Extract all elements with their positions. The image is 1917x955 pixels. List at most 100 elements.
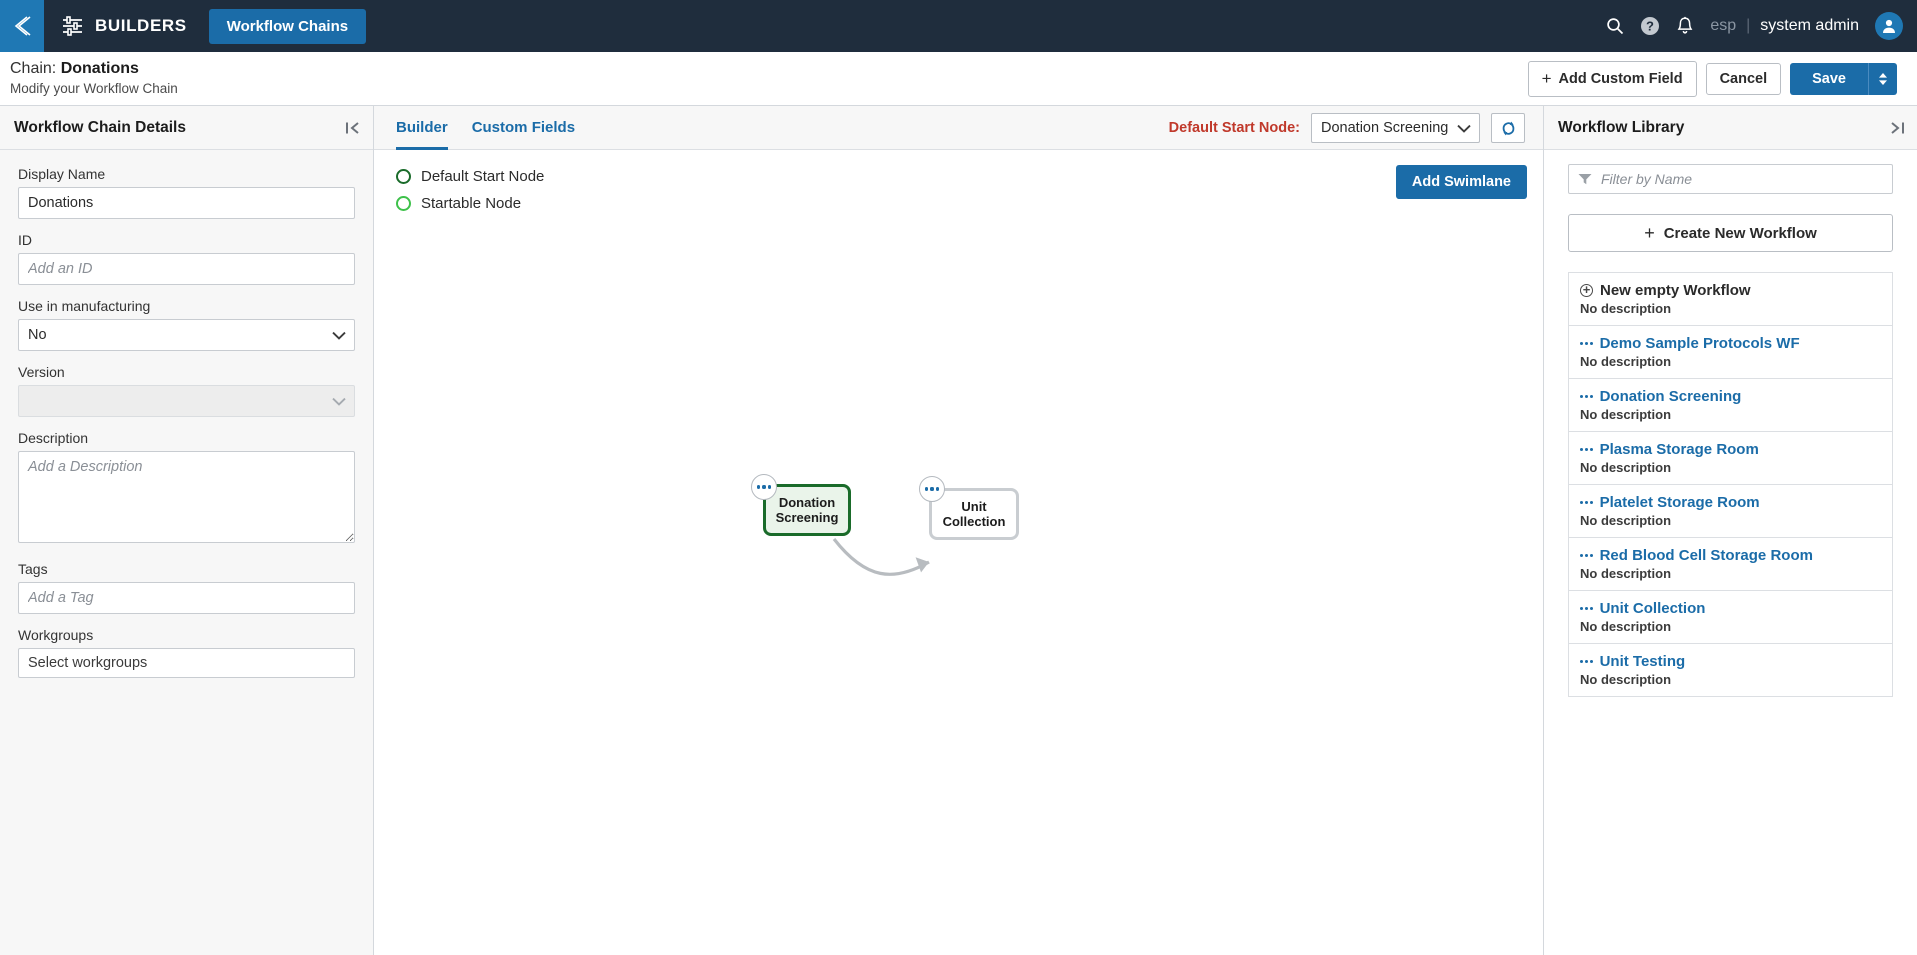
- plus-circle-icon: [1580, 284, 1593, 297]
- left-panel-body: Display Name ID Use in manufacturing No …: [0, 150, 373, 955]
- add-swimlane-button[interactable]: Add Swimlane: [1395, 165, 1527, 199]
- description-textarea[interactable]: [18, 451, 355, 543]
- node-menu-handle-donation-screening[interactable]: [751, 474, 777, 500]
- drag-dots-icon[interactable]: [1580, 554, 1593, 557]
- tab-custom-fields[interactable]: Custom Fields: [472, 106, 575, 150]
- workflow-library-list: New empty Workflow No description Demo S…: [1568, 272, 1893, 697]
- list-item-name: Plasma Storage Room: [1599, 441, 1759, 458]
- tags-input[interactable]: [18, 582, 355, 614]
- list-item-title-row: Platelet Storage Room: [1580, 494, 1881, 511]
- builder-toolbar: Builder Custom Fields Default Start Node…: [374, 106, 1543, 150]
- list-item-description: No description: [1580, 407, 1672, 422]
- search-icon[interactable]: [1606, 17, 1624, 35]
- filter-field-wrap: [1568, 164, 1893, 194]
- page-title-group: Chain: Donations Modify your Workflow Ch…: [10, 59, 178, 98]
- default-start-node-group: Default Start Node: Donation Screening: [1169, 106, 1525, 150]
- collapse-left-icon[interactable]: [345, 106, 361, 150]
- node-menu-handle-unit-collection[interactable]: [919, 476, 945, 502]
- drag-dots-icon[interactable]: [1580, 448, 1593, 451]
- list-item-red-blood-cell-storage-room[interactable]: Red Blood Cell Storage Room No descripti…: [1569, 538, 1892, 591]
- left-panel-title: Workflow Chain Details: [14, 118, 186, 136]
- page-title-prefix: Chain:: [10, 60, 61, 78]
- nav-separator: |: [1746, 17, 1751, 34]
- default-start-node-select-wrap: Donation Screening: [1311, 113, 1480, 143]
- legend-label: Startable Node: [421, 195, 522, 212]
- list-item-unit-collection[interactable]: Unit Collection No description: [1569, 591, 1892, 644]
- workgroups-label: Workgroups: [18, 627, 94, 643]
- page-subtitle: Modify your Workflow Chain: [10, 81, 178, 97]
- add-custom-field-button[interactable]: + Add Custom Field: [1527, 61, 1697, 97]
- workgroups-select[interactable]: Select workgroups: [18, 648, 355, 678]
- use-in-manufacturing-select[interactable]: No: [18, 319, 355, 351]
- right-panel-body: + Create New Workflow New empty Workflow…: [1544, 150, 1917, 955]
- back-button[interactable]: [0, 0, 44, 52]
- list-item-name: New empty Workflow: [1600, 282, 1751, 299]
- help-circle-icon[interactable]: ?: [1640, 16, 1660, 36]
- id-input[interactable]: [18, 253, 355, 285]
- canvas-legend: Default Start Node Startable Node: [396, 163, 544, 217]
- list-item-donation-screening[interactable]: Donation Screening No description: [1569, 379, 1892, 432]
- save-button[interactable]: Save: [1790, 63, 1868, 95]
- refresh-icon: [1502, 121, 1514, 135]
- page-title-name: Donations: [60, 60, 139, 78]
- svg-text:?: ?: [1646, 19, 1654, 34]
- tags-label: Tags: [18, 561, 48, 577]
- collapse-right-icon[interactable]: [1889, 106, 1905, 150]
- default-start-node-select[interactable]: Donation Screening: [1311, 113, 1480, 143]
- workflow-edges: [832, 538, 930, 576]
- node-label: Unit Collection: [942, 498, 1006, 529]
- create-new-workflow-label: Create New Workflow: [1663, 224, 1817, 242]
- user-avatar-icon: [1883, 19, 1895, 33]
- drag-dots-icon[interactable]: [1580, 501, 1593, 504]
- main-body: Workflow Chain Details Display Name ID U…: [0, 106, 1917, 955]
- default-start-node-label: Default Start Node:: [1168, 120, 1300, 136]
- list-item-demo-sample-protocols-wf[interactable]: Demo Sample Protocols WF No description: [1569, 326, 1892, 379]
- builders-label: BUILDERS: [95, 16, 187, 35]
- page-header: Chain: Donations Modify your Workflow Ch…: [0, 52, 1917, 106]
- user-name-label: system admin: [1760, 17, 1859, 34]
- cancel-button[interactable]: Cancel: [1705, 63, 1782, 95]
- list-item-description: No description: [1580, 672, 1672, 687]
- list-item-description: No description: [1580, 460, 1672, 475]
- version-select-wrap: [18, 385, 355, 417]
- tab-builder[interactable]: Builder: [396, 106, 448, 150]
- circle-outline-icon: [396, 196, 411, 211]
- chevron-left-icon: [14, 16, 31, 36]
- list-item-platelet-storage-room[interactable]: Platelet Storage Room No description: [1569, 485, 1892, 538]
- save-dropdown-button[interactable]: [1868, 63, 1897, 95]
- bell-icon[interactable]: [1676, 16, 1694, 36]
- list-item-plasma-storage-room[interactable]: Plasma Storage Room No description: [1569, 432, 1892, 485]
- use-in-manufacturing-select-wrap: No: [18, 319, 355, 351]
- drag-dots-icon[interactable]: [1580, 660, 1593, 663]
- circle-outline-icon: [396, 169, 411, 184]
- filter-by-name-input[interactable]: [1568, 164, 1893, 194]
- list-item-unit-testing[interactable]: Unit Testing No description: [1569, 644, 1892, 697]
- drag-dots-icon[interactable]: [1580, 607, 1593, 610]
- list-item-new-empty-workflow[interactable]: New empty Workflow No description: [1569, 273, 1892, 326]
- display-name-input[interactable]: [18, 187, 355, 219]
- list-item-title-row: New empty Workflow: [1580, 282, 1881, 299]
- drag-dots-icon[interactable]: [1580, 395, 1593, 398]
- builder-center-pane: Builder Custom Fields Default Start Node…: [374, 106, 1543, 955]
- id-label: ID: [18, 232, 32, 248]
- version-label: Version: [18, 364, 65, 380]
- list-item-title-row: Donation Screening: [1580, 388, 1881, 405]
- drag-dots-icon[interactable]: [1580, 342, 1593, 345]
- workflow-canvas[interactable]: Default Start Node Startable Node Add Sw…: [374, 150, 1543, 955]
- workgroups-placeholder: Select workgroups: [28, 655, 148, 671]
- plus-icon: +: [1644, 222, 1655, 243]
- avatar[interactable]: [1875, 12, 1903, 40]
- nav-tab-workflow-chains[interactable]: Workflow Chains: [208, 8, 367, 44]
- create-new-workflow-button[interactable]: + Create New Workflow: [1568, 214, 1893, 252]
- list-item-description: No description: [1580, 513, 1672, 528]
- builders-home-link[interactable]: BUILDERS: [62, 16, 187, 36]
- node-donation-screening[interactable]: Donation Screening: [763, 484, 851, 536]
- cancel-label: Cancel: [1719, 71, 1768, 87]
- refresh-button[interactable]: [1491, 113, 1525, 143]
- list-item-name: Platelet Storage Room: [1599, 494, 1760, 511]
- list-item-description: No description: [1580, 301, 1672, 316]
- sliders-icon: [63, 16, 82, 36]
- list-item-description: No description: [1580, 619, 1672, 634]
- list-item-title-row: Unit Testing: [1580, 653, 1881, 670]
- left-panel-header: Workflow Chain Details: [0, 106, 373, 150]
